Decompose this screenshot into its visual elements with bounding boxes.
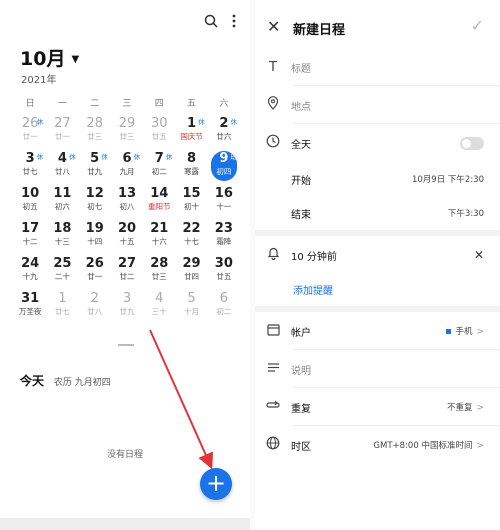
description-row[interactable]: 说明 <box>255 350 500 388</box>
editor-title: 新建日程 <box>293 23 346 38</box>
reminder-label: 10 分钟前 <box>291 251 337 263</box>
end-row[interactable]: 结束 下午3:30 <box>255 194 500 232</box>
end-value: 下午3:30 <box>447 209 484 219</box>
calendar-panel: 10月 ▼ 2021年 日一二三四五六 26 廿一休 27 廿一 28 廿三 29 廿三 30 廿五… <box>0 0 250 530</box>
start-row[interactable]: 开始 10月9日 下午2:30 <box>255 160 500 198</box>
location-icon <box>255 96 291 114</box>
calendar-icon <box>255 323 291 340</box>
repeat-icon <box>255 399 291 415</box>
description-label: 说明 <box>291 365 311 377</box>
repeat-label: 重复 <box>291 403 311 415</box>
remove-reminder-icon[interactable]: ✕ <box>474 248 484 262</box>
repeat-value: 不重复 > <box>446 403 484 413</box>
account-label: 帐户 <box>291 327 311 339</box>
repeat-row[interactable]: 重复 不重复 > <box>255 388 500 426</box>
chevron-right-icon: > <box>476 327 484 337</box>
timezone-row[interactable]: 时区 GMT+8:00 中国标准时间 > <box>255 426 500 464</box>
location-placeholder: 地点 <box>291 101 311 113</box>
chevron-right-icon: > <box>476 441 484 451</box>
all-day-toggle[interactable] <box>460 136 484 150</box>
close-icon[interactable]: ✕ <box>267 17 280 36</box>
start-value: 10月9日 下午2:30 <box>411 175 484 185</box>
title-placeholder: 标题 <box>291 63 311 75</box>
check-icon[interactable]: ✓ <box>471 16 484 35</box>
location-field[interactable]: 地点 <box>255 86 500 124</box>
bottom-bar <box>0 518 250 530</box>
reminder-row[interactable]: 10 分钟前 ✕ <box>255 236 500 274</box>
chevron-right-icon: > <box>476 403 484 413</box>
new-event-panel: ✕ 新建日程 ✓ T 标题 地点 全天 开始 10月9日 下午2:30 结束 下… <box>255 0 500 530</box>
annotation-arrow <box>149 329 214 470</box>
all-day-row: 全天 <box>255 124 500 162</box>
account-value: 手机 > <box>446 325 484 337</box>
start-label: 开始 <box>291 175 311 187</box>
account-row[interactable]: 帐户 手机 > <box>255 312 500 350</box>
add-event-button[interactable]: + <box>200 468 232 500</box>
plus-icon: + <box>205 469 227 497</box>
add-reminder-link[interactable]: 添加提醒 <box>293 282 333 297</box>
account-color-dot <box>446 329 452 334</box>
text-icon: T <box>269 59 277 75</box>
timezone-value: GMT+8:00 中国标准时间 > <box>373 441 484 451</box>
clock-icon <box>255 134 291 152</box>
globe-icon <box>255 436 291 454</box>
bell-icon <box>255 246 291 264</box>
title-field[interactable]: T 标题 <box>255 48 500 86</box>
end-label: 结束 <box>291 209 311 221</box>
timezone-label: 时区 <box>291 441 311 453</box>
description-icon <box>255 362 291 377</box>
all-day-label: 全天 <box>291 139 311 151</box>
